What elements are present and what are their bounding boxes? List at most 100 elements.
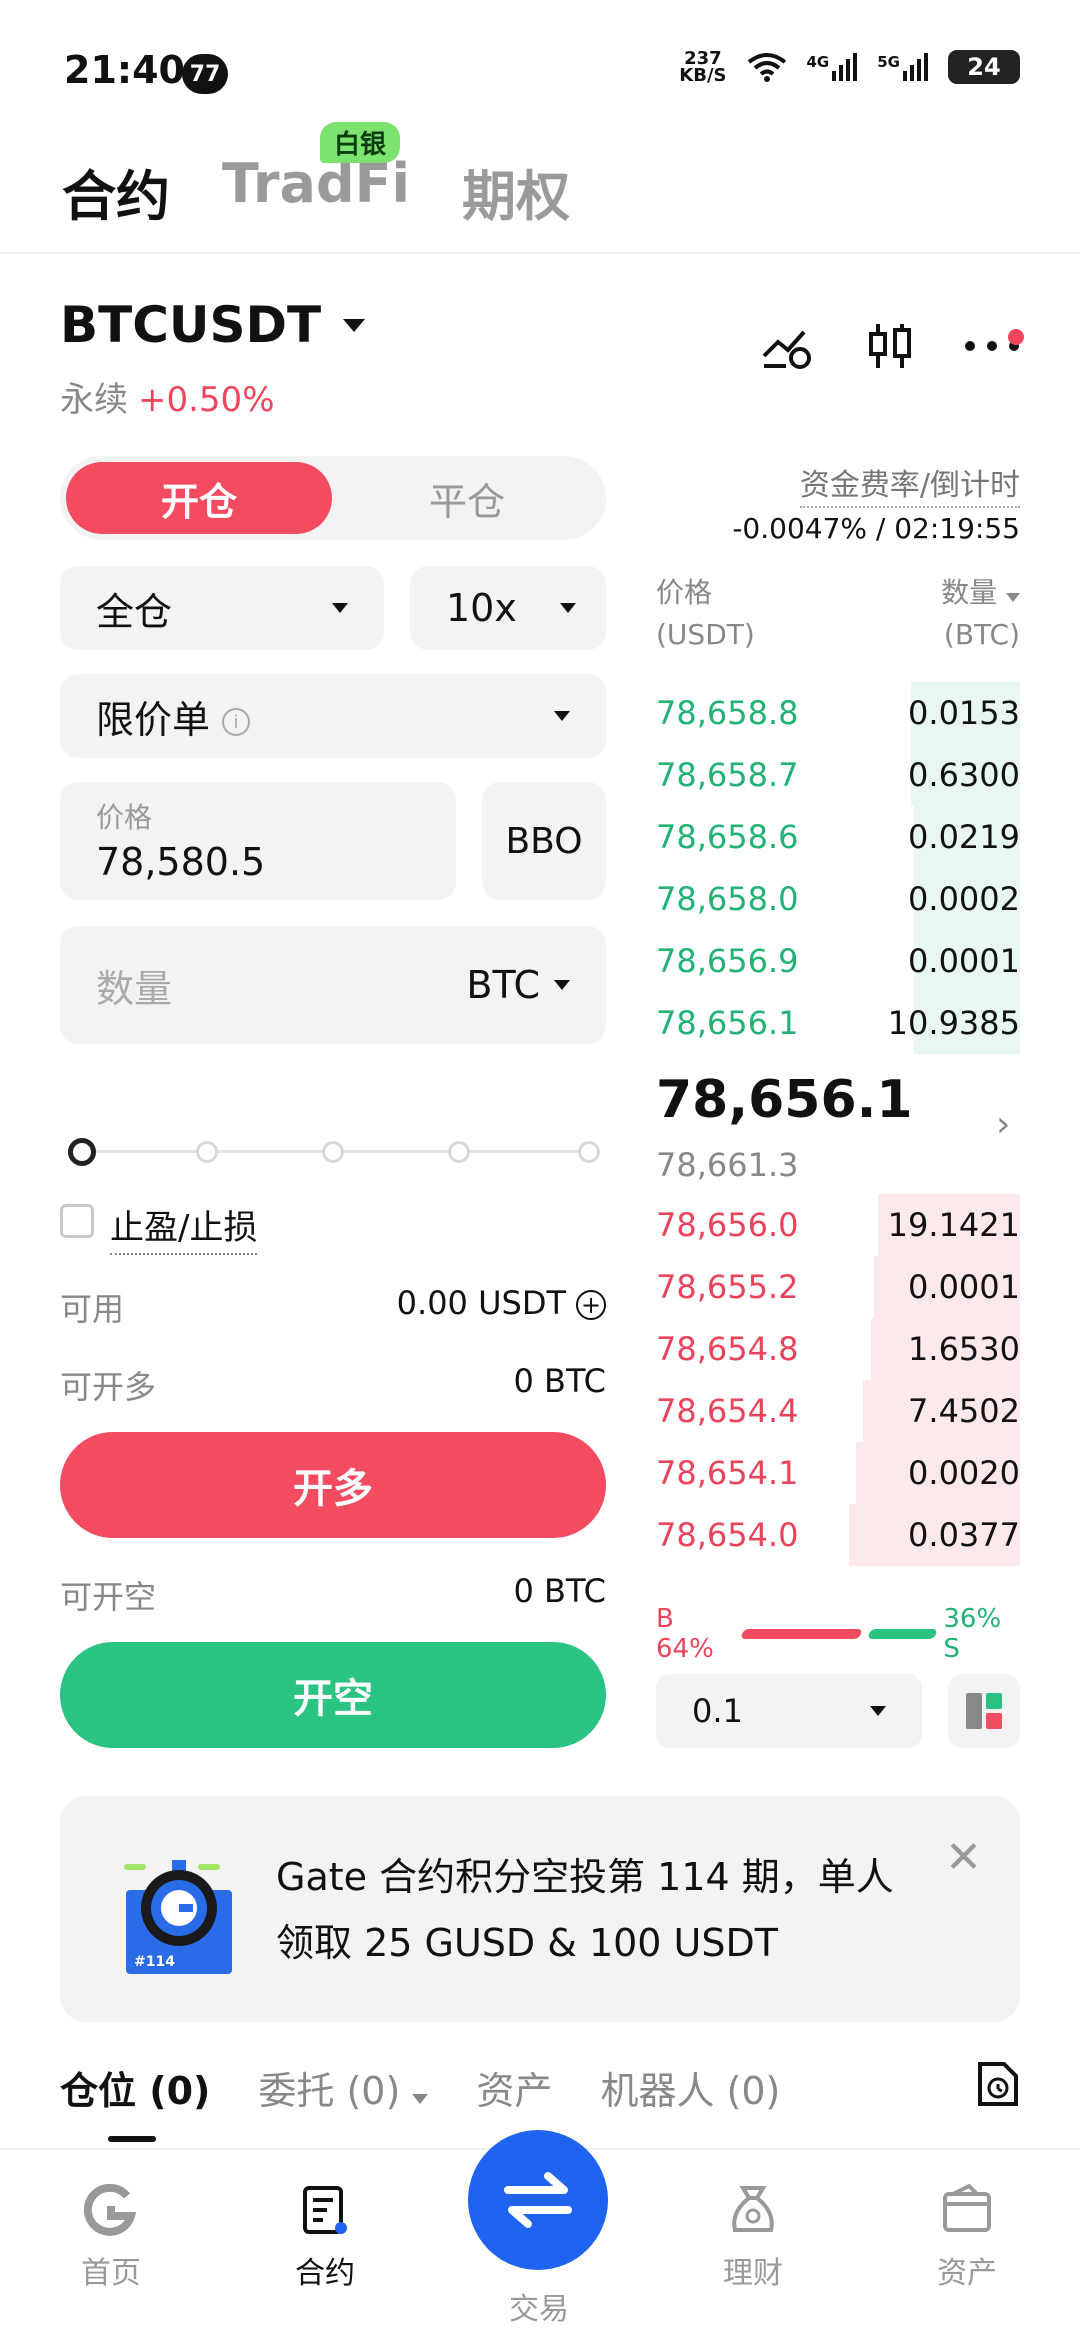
tp-sl-label[interactable]: 止盈/止损 [110, 1200, 258, 1255]
symbol-name: BTCUSDT [60, 296, 322, 354]
available-row: 可用 0.00 USDT + [60, 1284, 606, 1330]
info-icon[interactable]: i [222, 708, 251, 736]
ask-row[interactable]: 78,655.2 0.0001 [656, 1256, 1020, 1318]
quantity-unit: (BTC) [943, 618, 1020, 651]
nav-earn[interactable]: 理财 [678, 2180, 828, 2292]
ask-row[interactable]: 78,654.1 0.0020 [656, 1442, 1020, 1504]
tab-tradfi[interactable]: TradFi [222, 152, 410, 231]
ask-price: 78,654.0 [656, 1516, 799, 1554]
open-long-button[interactable]: 开多 [60, 1432, 606, 1538]
status-time: 21:40 [64, 48, 185, 92]
quantity-header-select[interactable]: 数量 (BTC) [941, 572, 1020, 656]
ask-row[interactable]: 78,654.8 1.6530 [656, 1318, 1020, 1380]
close-icon[interactable]: ✕ [945, 1832, 982, 1883]
bid-price: 78,658.8 [656, 694, 799, 732]
ask-quantity: 0.0377 [908, 1516, 1020, 1554]
quantity-input[interactable]: 数量 BTC [60, 926, 606, 1044]
tab-bots[interactable]: 机器人 (0) [600, 2060, 780, 2115]
price-input[interactable]: 价格 78,580.5 [60, 782, 456, 900]
silver-tag: 白银 [320, 122, 401, 163]
buy-sell-ratio: B 64% 36% S [656, 1604, 1020, 1664]
signal-4g-icon: 4G [807, 53, 858, 81]
can-long-value: 0 BTC [513, 1362, 607, 1400]
slider-step-25[interactable] [196, 1141, 218, 1163]
bid-price: 78,656.1 [656, 1004, 799, 1042]
add-funds-icon[interactable]: + [576, 1290, 606, 1320]
caret-down-icon [412, 2094, 429, 2104]
ask-row[interactable]: 78,654.0 0.0377 [656, 1504, 1020, 1566]
active-tab-indicator [108, 2136, 156, 2142]
order-type-select[interactable]: 限价单 i [60, 674, 606, 758]
symbol-selector[interactable]: BTCUSDT [60, 296, 366, 354]
quantity-unit-select[interactable]: BTC [466, 963, 570, 1007]
buy-ratio: B 64% [656, 1604, 714, 1664]
ask-row[interactable]: 78,656.0 19.1421 [656, 1194, 1020, 1256]
symbol-subtitle: 永续 +0.50% [60, 372, 275, 421]
nav-home[interactable]: 首页 [36, 2180, 186, 2292]
funding-rate-label[interactable]: 资金费率/倒计时 [799, 460, 1020, 508]
quantity-slider-handle[interactable] [68, 1138, 96, 1166]
bid-row[interactable]: 78,656.1 10.9385 [656, 992, 1020, 1054]
tab-options[interactable]: 期权 [462, 152, 570, 231]
price-change: +0.50% [138, 380, 275, 420]
promo-banner[interactable]: #114 Gate 合约积分空投第 114 期，单人领取 25 GUSD & 1… [60, 1796, 1020, 2022]
orderbook-layout-button[interactable] [948, 1674, 1020, 1748]
margin-mode-select[interactable]: 全仓 [60, 566, 384, 650]
price-input-label: 价格 [96, 801, 153, 834]
nav-trade-label: 交易 [509, 2292, 569, 2327]
price-unit: (USDT) [656, 618, 755, 651]
caret-down-icon [332, 603, 348, 613]
home-icon [83, 2183, 137, 2236]
earn-icon [732, 2186, 774, 2232]
slider-step-50[interactable] [322, 1141, 344, 1163]
tab-orders[interactable]: 委托 (0) [258, 2060, 429, 2115]
nav-assets[interactable]: 资产 [892, 2180, 1042, 2292]
signal-5g-icon: 5G [877, 53, 928, 81]
bbo-button[interactable]: BBO [482, 782, 606, 900]
notification-count-badge: 77 [182, 54, 228, 94]
can-long-label: 可开多 [60, 1368, 157, 1406]
trade-button[interactable] [468, 2130, 608, 2270]
ask-price: 78,654.8 [656, 1330, 799, 1368]
tp-sl-checkbox[interactable] [60, 1204, 94, 1238]
more-menu-button[interactable] [964, 328, 1024, 356]
bid-row[interactable]: 78,658.6 0.0219 [656, 806, 1020, 868]
banner-text: Gate 合约积分空投第 114 期，单人领取 25 GUSD & 100 US… [276, 1855, 894, 1965]
available-value: 0.00 USDT [396, 1284, 566, 1322]
open-short-button[interactable]: 开空 [60, 1642, 606, 1748]
leverage-select[interactable]: 10x [410, 566, 606, 650]
tab-futures[interactable]: 合约 [62, 152, 170, 231]
slider-step-75[interactable] [448, 1141, 470, 1163]
ask-quantity: 1.6530 [908, 1330, 1020, 1368]
bid-row[interactable]: 78,658.7 0.6300 [656, 744, 1020, 806]
bid-price: 78,658.7 [656, 756, 799, 794]
product-tabs: 合约 TradFi 期权 白银 [62, 122, 570, 231]
ask-row[interactable]: 78,654.4 7.4502 [656, 1380, 1020, 1442]
bid-row[interactable]: 78,656.9 0.0001 [656, 930, 1020, 992]
chevron-right-icon[interactable]: › [996, 1104, 1010, 1145]
nav-futures[interactable]: 合约 [250, 2180, 400, 2292]
header-actions [760, 320, 1024, 372]
open-position-tab[interactable]: 开仓 [66, 462, 332, 534]
ask-quantity: 7.4502 [908, 1392, 1020, 1430]
depth-precision-select[interactable]: 0.1 [656, 1674, 922, 1748]
candlestick-icon[interactable] [866, 320, 914, 372]
bid-price: 78,658.0 [656, 880, 799, 918]
status-indicators: 237 KB/S 4G 5G 24 [679, 50, 1020, 85]
bid-row[interactable]: 78,658.8 0.0153 [656, 682, 1020, 744]
sell-ratio: 36% S [943, 1604, 1002, 1664]
slider-step-100[interactable] [578, 1141, 600, 1163]
close-position-tab[interactable]: 平仓 [334, 462, 600, 534]
history-icon[interactable] [976, 2060, 1020, 2108]
trend-chart-icon[interactable] [760, 322, 816, 370]
bid-row[interactable]: 78,658.0 0.0002 [656, 868, 1020, 930]
buy-ratio-bar [740, 1629, 863, 1639]
tab-assets[interactable]: 资产 [476, 2060, 552, 2115]
last-price: 78,656.1 [656, 1070, 913, 1130]
price-input-value: 78,580.5 [96, 840, 266, 884]
ask-price: 78,656.0 [656, 1206, 799, 1244]
orderbook-header: 价格 (USDT) 数量 (BTC) [656, 572, 1020, 656]
banner-badge: #114 [134, 1954, 175, 1970]
quantity-placeholder: 数量 [96, 966, 173, 1011]
tab-positions[interactable]: 仓位 (0) [60, 2060, 210, 2115]
